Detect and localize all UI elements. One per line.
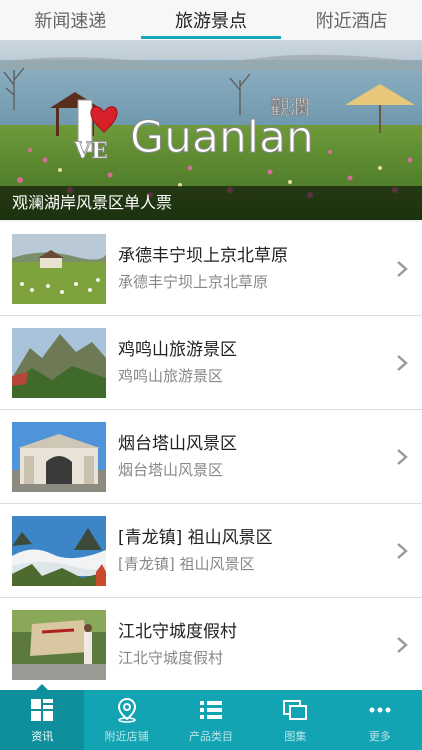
gallery-icon: [283, 700, 308, 720]
hero-logo-cn: 觀瀾: [270, 95, 310, 119]
list-item-subtitle: 承德丰宁坝上京北草原: [118, 272, 269, 291]
hero-logo-text: Guanlan: [130, 112, 314, 163]
list-item-title: 鸡鸣山旅游景区: [118, 339, 237, 360]
list-item-title: 烟台塔山风景区: [118, 433, 237, 454]
chevron-right-icon: [397, 448, 408, 465]
nav-news-label: 资讯: [31, 730, 54, 743]
thumbnail-stone: [12, 609, 106, 680]
top-tab-bar: 新闻速递 旅游景点 附近酒店: [0, 0, 422, 40]
list-item[interactable]: 承德丰宁坝上京北草原 承德丰宁坝上京北草原: [0, 222, 422, 316]
nav-nearby-shops-label: 附近店铺: [104, 730, 149, 743]
location-pin-icon: [117, 697, 136, 723]
list-item-subtitle: 江北守城度假村: [118, 648, 224, 667]
nav-categories-label: 产品类目: [189, 730, 234, 743]
list-item[interactable]: 江北守城度假村 江北守城度假村: [0, 598, 422, 692]
attraction-list: 承德丰宁坝上京北草原 承德丰宁坝上京北草原 鸡鸣山旅游景区 鸡鸣山旅游景区 烟台…: [0, 222, 422, 692]
chevron-right-icon: [397, 542, 408, 559]
hero-banner[interactable]: VE Guanlan 觀瀾 观澜湖岸风景区单人票: [0, 40, 422, 220]
bottom-nav: 资讯 附近店铺 产品类目 图集 更多: [0, 684, 422, 750]
more-dots-icon: [369, 707, 391, 713]
list-item-subtitle: [青龙镇] 祖山风景区: [118, 554, 255, 573]
list-item-title: [青龙镇] 祖山风景区: [118, 527, 273, 548]
nav-news[interactable]: 资讯: [0, 684, 85, 750]
grid-icon: [31, 699, 54, 721]
tab-hotels-label: 附近酒店: [315, 11, 388, 32]
nav-more-label: 更多: [368, 730, 391, 743]
chevron-right-icon: [397, 354, 408, 371]
list-icon: [200, 701, 223, 719]
list-item[interactable]: 烟台塔山风景区 烟台塔山风景区: [0, 410, 422, 504]
list-item[interactable]: [青龙镇] 祖山风景区 [青龙镇] 祖山风景区: [0, 504, 422, 598]
chevron-right-icon: [397, 260, 408, 277]
thumbnail-mountain: [12, 327, 106, 398]
thumbnail-gate: [12, 421, 106, 492]
list-item[interactable]: 鸡鸣山旅游景区 鸡鸣山旅游景区: [0, 316, 422, 410]
nav-gallery-label: 图集: [284, 730, 307, 743]
list-item-subtitle: 鸡鸣山旅游景区: [118, 366, 224, 385]
hero-caption: 观澜湖岸风景区单人票: [0, 186, 422, 220]
nav-nearby-shops[interactable]: 附近店铺: [84, 690, 168, 750]
chevron-right-icon: [397, 636, 408, 653]
nav-gallery[interactable]: 图集: [253, 690, 337, 750]
tab-attractions-label: 旅游景点: [175, 11, 247, 32]
list-item-title: 承德丰宁坝上京北草原: [118, 245, 288, 266]
nav-more[interactable]: 更多: [338, 690, 422, 750]
tab-attractions[interactable]: 旅游景点: [140, 0, 282, 40]
tab-hotels[interactable]: 附近酒店: [281, 0, 422, 40]
thumbnail-clouds: [12, 515, 106, 586]
tab-news-label: 新闻速递: [34, 11, 107, 32]
thumbnail-grassland: [12, 233, 106, 304]
list-item-title: 江北守城度假村: [118, 621, 237, 642]
tab-news[interactable]: 新闻速递: [0, 0, 141, 40]
list-item-subtitle: 烟台塔山风景区: [118, 460, 224, 479]
hero-logo-ve: VE: [73, 138, 108, 164]
nav-categories[interactable]: 产品类目: [169, 690, 253, 750]
